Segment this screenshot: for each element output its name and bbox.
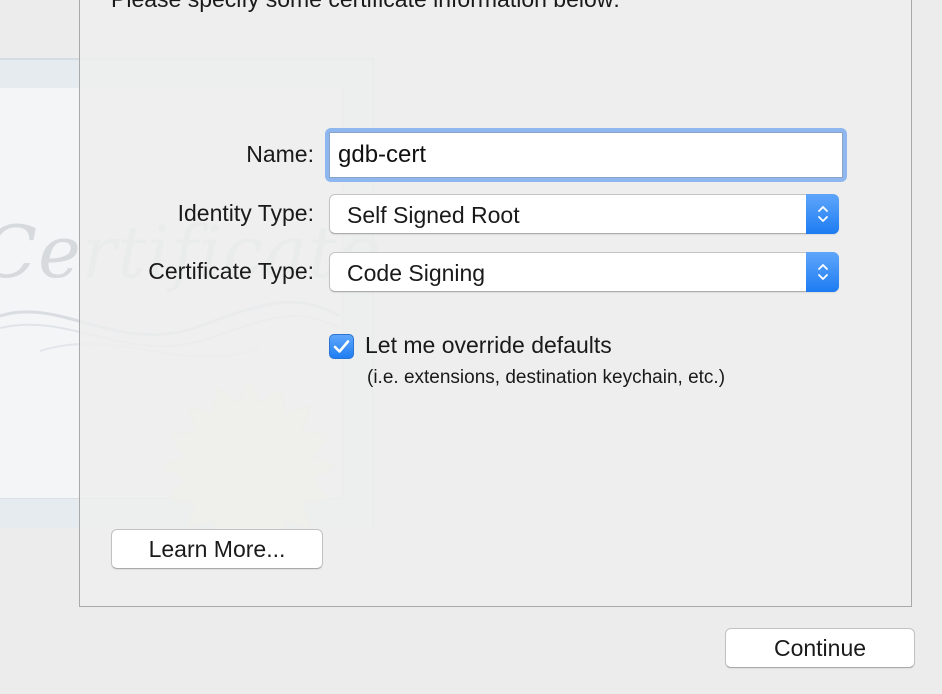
name-input[interactable] bbox=[329, 132, 843, 178]
continue-button[interactable]: Continue bbox=[725, 628, 915, 668]
identity-type-label: Identity Type: bbox=[177, 200, 314, 226]
name-label: Name: bbox=[246, 141, 314, 167]
chevron-up-down-icon bbox=[806, 252, 839, 292]
learn-more-button[interactable]: Learn More... bbox=[111, 529, 323, 569]
name-field-focus-ring bbox=[325, 128, 847, 182]
certificate-type-popup[interactable]: Code Signing bbox=[329, 252, 839, 292]
certificate-type-label: Certificate Type: bbox=[148, 258, 314, 284]
override-defaults-hint: (i.e. extensions, destination keychain, … bbox=[367, 367, 726, 388]
checkmark-icon bbox=[333, 340, 350, 353]
instructions-text: Please specify some certificate informat… bbox=[111, 0, 620, 13]
identity-type-popup[interactable]: Self Signed Root bbox=[329, 194, 839, 234]
override-defaults-label[interactable]: Let me override defaults bbox=[365, 332, 612, 359]
certificate-info-panel bbox=[79, 0, 912, 607]
identity-type-value: Self Signed Root bbox=[347, 202, 520, 228]
certificate-type-value: Code Signing bbox=[347, 260, 486, 286]
override-defaults-checkbox[interactable] bbox=[329, 334, 354, 359]
chevron-up-down-icon bbox=[806, 194, 839, 234]
